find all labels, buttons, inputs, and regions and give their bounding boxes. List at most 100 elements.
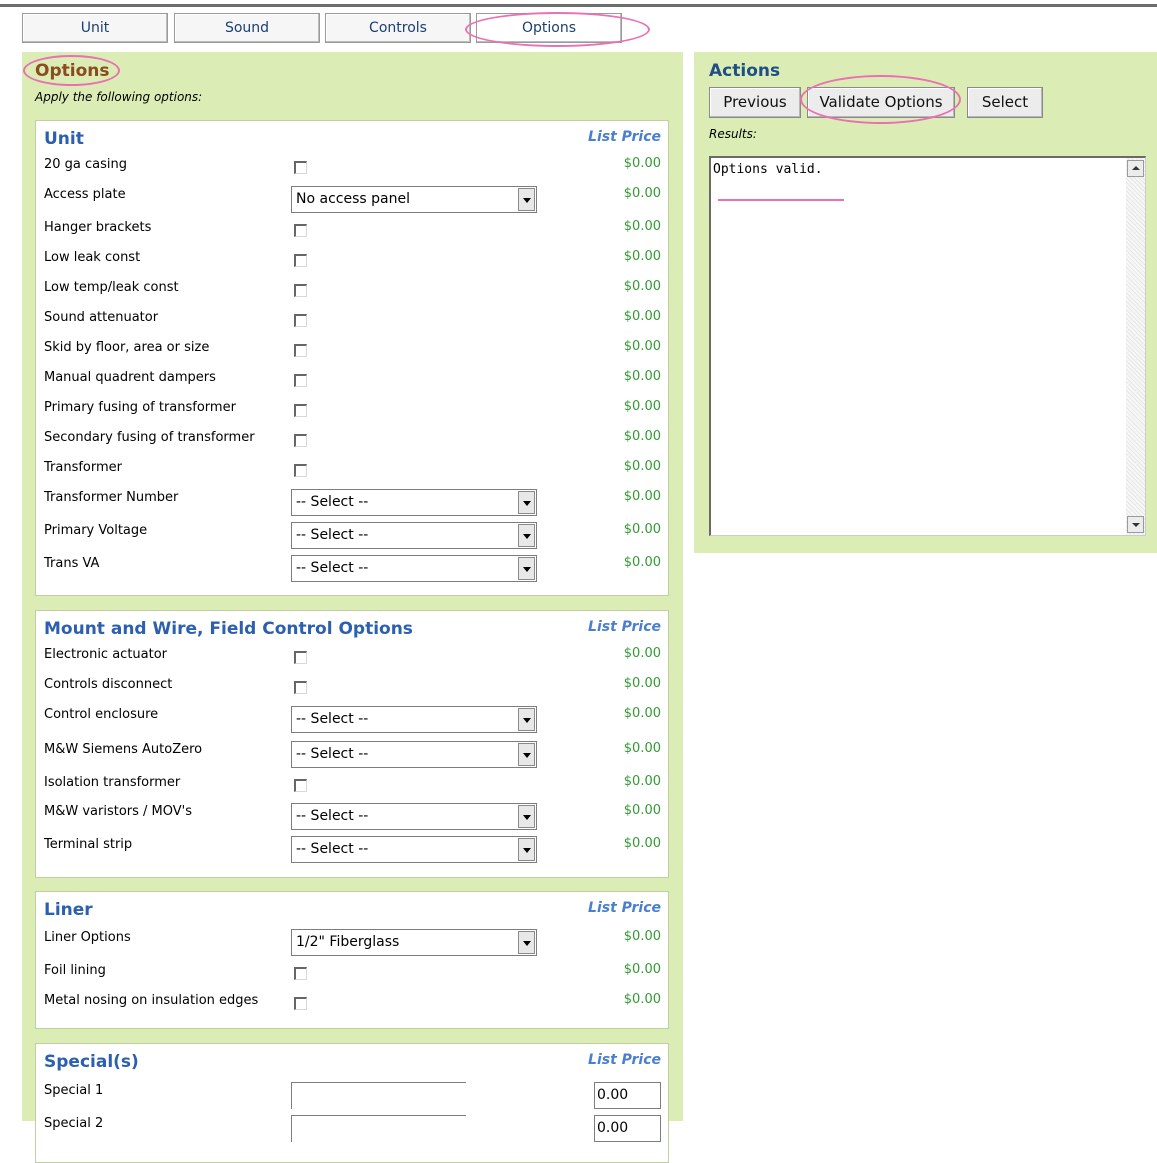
- option-label: Special 1: [44, 1083, 104, 1098]
- option-select[interactable]: -- Select --: [291, 706, 537, 733]
- option-label: Low leak const: [44, 250, 141, 265]
- option-price: $0.00: [623, 774, 661, 789]
- option-checkbox[interactable]: [294, 779, 307, 792]
- option-price: $0.00: [623, 489, 661, 504]
- option-checkbox[interactable]: [294, 344, 307, 357]
- special-text-input[interactable]: [291, 1082, 466, 1109]
- option-select[interactable]: -- Select --: [291, 489, 537, 516]
- results-textarea[interactable]: Options valid.: [709, 156, 1146, 536]
- option-checkbox[interactable]: [294, 681, 307, 694]
- option-checkbox[interactable]: [294, 284, 307, 297]
- option-label: M&W Siemens AutoZero: [44, 742, 203, 757]
- option-checkbox[interactable]: [294, 434, 307, 447]
- option-row: Terminal strip -- Select -- $0.00: [36, 834, 668, 864]
- results-scrollbar[interactable]: [1126, 158, 1145, 535]
- option-row: M&W Siemens AutoZero -- Select -- $0.00: [36, 739, 668, 769]
- option-checkbox[interactable]: [294, 254, 307, 267]
- option-checkbox[interactable]: [294, 161, 307, 174]
- options-section: Special(s)List PriceSpecial 1$0.00Specia…: [35, 1043, 669, 1163]
- option-price: $0.00: [623, 279, 661, 294]
- option-row: Trans VA -- Select -- $0.00: [36, 553, 668, 583]
- tab-unit[interactable]: Unit: [22, 13, 168, 43]
- option-row: Low temp/leak const $0.00: [36, 277, 668, 307]
- options-section: Mount and Wire, Field Control Options Lis…: [35, 610, 669, 878]
- special-text-input[interactable]: [291, 1115, 466, 1142]
- tab-controls[interactable]: Controls: [325, 13, 471, 43]
- select-value: 1/2" Fiberglass: [296, 934, 400, 950]
- option-row: Liner Options 1/2" Fiberglass $0.00: [36, 927, 668, 957]
- option-price: $0.00: [623, 339, 661, 354]
- dropdown-arrow-icon[interactable]: [518, 805, 535, 828]
- dropdown-arrow-icon[interactable]: [518, 838, 535, 861]
- validate-options-button[interactable]: Validate Options: [807, 87, 955, 118]
- dropdown-arrow-icon[interactable]: [518, 557, 535, 580]
- option-price: $0.00: [623, 249, 661, 264]
- section-title: Liner: [44, 900, 93, 920]
- option-price: $0.00: [623, 186, 661, 201]
- option-select[interactable]: 1/2" Fiberglass: [291, 929, 537, 956]
- option-checkbox[interactable]: [294, 404, 307, 417]
- option-checkbox[interactable]: [294, 967, 307, 980]
- option-checkbox[interactable]: [294, 314, 307, 327]
- special-amount-input[interactable]: 0.00: [594, 1115, 661, 1142]
- option-price: $0.00: [623, 836, 661, 851]
- options-section: Liner List Price Liner Options 1/2" Fibergl…: [35, 891, 669, 1029]
- previous-button[interactable]: Previous: [709, 87, 801, 118]
- option-row: Manual quadrent dampers $0.00: [36, 367, 668, 397]
- option-row: Secondary fusing of transformer $0.00: [36, 427, 668, 457]
- special-amount-input[interactable]: 0.00: [594, 1082, 661, 1109]
- option-checkbox[interactable]: [294, 997, 307, 1010]
- options-subtitle: Apply the following options:: [35, 90, 203, 104]
- dropdown-arrow-icon[interactable]: [518, 743, 535, 766]
- option-row: Transformer Number -- Select -- $0.00: [36, 487, 668, 517]
- option-label: Controls disconnect: [44, 677, 173, 692]
- option-select[interactable]: -- Select --: [291, 522, 537, 549]
- option-checkbox[interactable]: [294, 374, 307, 387]
- tab-sound[interactable]: Sound: [174, 13, 320, 43]
- scroll-down-icon[interactable]: [1127, 516, 1144, 533]
- option-label: 20 ga casing: [44, 157, 128, 172]
- dropdown-arrow-icon[interactable]: [518, 524, 535, 547]
- option-price: $0.00: [623, 429, 661, 444]
- option-price: $0.00: [623, 676, 661, 691]
- option-checkbox[interactable]: [294, 651, 307, 664]
- option-price: $0.00: [623, 646, 661, 661]
- option-price: $0.00: [623, 156, 661, 171]
- option-row: Transformer $0.00: [36, 457, 668, 487]
- option-select[interactable]: -- Select --: [291, 741, 537, 768]
- option-row: Low leak const $0.00: [36, 247, 668, 277]
- dropdown-arrow-icon[interactable]: [518, 491, 535, 514]
- option-select[interactable]: No access panel: [291, 186, 537, 213]
- select-value: No access panel: [296, 191, 410, 207]
- select-value: -- Select --: [296, 527, 369, 543]
- option-price: $0.00: [623, 369, 661, 384]
- option-label: Metal nosing on insulation edges: [44, 993, 259, 1008]
- option-label: Special 2: [44, 1116, 104, 1131]
- dropdown-arrow-icon[interactable]: [518, 708, 535, 731]
- option-label: Transformer Number: [44, 490, 179, 505]
- option-row: Primary fusing of transformer $0.00: [36, 397, 668, 427]
- option-label: Manual quadrent dampers: [44, 370, 216, 385]
- option-row: Access plate No access panel $0.00: [36, 184, 668, 214]
- option-label: M&W varistors / MOV's: [44, 804, 193, 819]
- scroll-up-icon[interactable]: [1127, 160, 1144, 177]
- option-select[interactable]: -- Select --: [291, 555, 537, 582]
- tab-options[interactable]: Options: [476, 13, 622, 43]
- dropdown-arrow-icon[interactable]: [518, 931, 535, 954]
- options-panel-title: Options: [35, 61, 110, 81]
- option-label: Liner Options: [44, 930, 131, 945]
- option-label: Low temp/leak const: [44, 280, 179, 295]
- dropdown-arrow-icon[interactable]: [518, 188, 535, 211]
- options-section: Unit List Price 20 ga casing $0.00 Access pl…: [35, 120, 669, 596]
- actions-panel: Actions Previous Validate Options Select…: [694, 52, 1157, 553]
- results-underline-annotation: [718, 199, 844, 201]
- option-label: Transformer: [44, 460, 123, 475]
- option-select[interactable]: -- Select --: [291, 803, 537, 830]
- option-price: $0.00: [623, 399, 661, 414]
- select-button[interactable]: Select: [967, 87, 1043, 118]
- option-label: Skid by floor, area or size: [44, 340, 210, 355]
- option-select[interactable]: -- Select --: [291, 836, 537, 863]
- option-row: Isolation transformer $0.00: [36, 772, 668, 802]
- option-checkbox[interactable]: [294, 224, 307, 237]
- option-checkbox[interactable]: [294, 464, 307, 477]
